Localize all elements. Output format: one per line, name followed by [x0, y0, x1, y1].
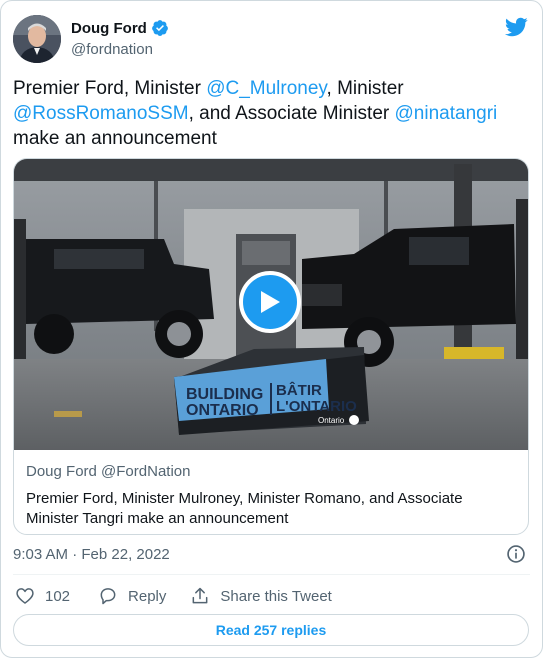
reply-icon: [100, 588, 116, 605]
tweet-text-part: , Minister: [326, 78, 404, 99]
link-site: Doug Ford @FordNation: [26, 463, 191, 480]
reply-button[interactable]: Reply: [98, 586, 166, 606]
tweet-text: Premier Ford, Minister @C_Mulroney, Mini…: [13, 76, 528, 151]
avatar[interactable]: [13, 15, 61, 63]
tweet-text-part: , and Associate Minister: [188, 103, 395, 124]
divider: [13, 574, 530, 575]
read-replies-button[interactable]: Read 257 replies: [13, 614, 529, 646]
link-card[interactable]: BUILDING ONTARIO BÂTIR L'ONTARIO Ontario…: [13, 158, 529, 535]
tweet-card: Doug Ford @fordnation Premier Ford, Mini…: [0, 0, 543, 658]
link-meta: Doug Ford @FordNation Premier Ford, Mini…: [26, 463, 516, 529]
banner-logo-text: Ontario: [318, 416, 345, 425]
banner-text-fr-1: BÂTIR: [276, 381, 322, 399]
author-handle[interactable]: @fordnation: [71, 41, 153, 58]
banner-text-fr-2: L'ONTARIO: [276, 398, 357, 415]
share-button[interactable]: Share this Tweet: [190, 586, 332, 606]
verified-badge-icon: [151, 20, 168, 36]
info-icon[interactable]: [506, 544, 526, 564]
avatar-photo: [13, 15, 61, 63]
mention-link[interactable]: @ninatangri: [395, 103, 498, 124]
author-name[interactable]: Doug Ford: [71, 20, 147, 37]
share-label: Share this Tweet: [220, 587, 332, 605]
reply-label: Reply: [128, 587, 167, 605]
tweet-text-part: Premier Ford, Minister: [13, 78, 207, 99]
ontario-logo-icon: [349, 415, 359, 425]
link-description: Premier Ford, Minister Mulroney, Ministe…: [26, 490, 463, 527]
play-button[interactable]: [239, 271, 301, 333]
share-icon: [192, 587, 208, 604]
heart-icon: [16, 588, 34, 604]
play-icon: [261, 291, 280, 313]
banner-text-en-2: ONTARIO: [186, 402, 259, 419]
like-count: 102: [45, 587, 71, 605]
author-name-row[interactable]: Doug Ford: [71, 19, 169, 37]
tweet-text-part: make an announcement: [13, 128, 217, 149]
like-button[interactable]: 102: [15, 586, 70, 606]
action-bar: 102 Reply Share this Tweet: [13, 584, 332, 608]
mention-link[interactable]: @C_Mulroney: [206, 78, 326, 99]
mention-link[interactable]: @RossRomanoSSM: [13, 103, 189, 124]
banner-text-en-1: BUILDING: [186, 386, 263, 403]
twitter-bird-icon[interactable]: [504, 15, 528, 39]
tweet-timestamp[interactable]: 9:03 AM · Feb 22, 2022: [13, 546, 170, 563]
